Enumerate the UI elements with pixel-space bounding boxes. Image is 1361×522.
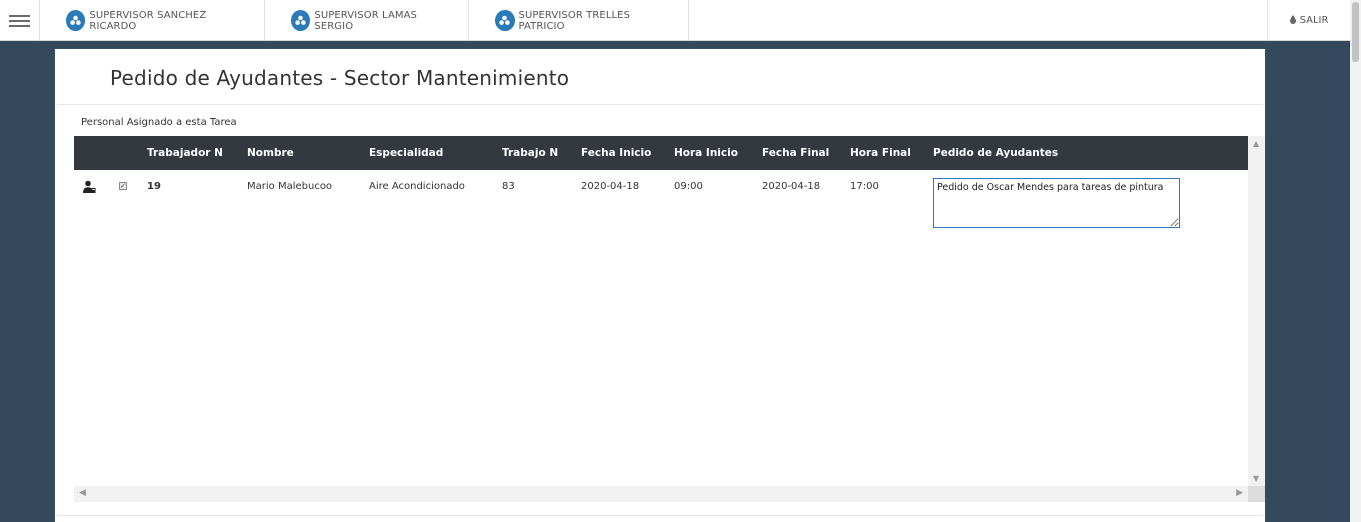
cell-trabajador: 19 (147, 181, 161, 192)
scroll-right-icon[interactable]: ▶ (1236, 488, 1243, 498)
cell-trabajo: 83 (502, 181, 515, 192)
supervisor-icon (291, 10, 311, 31)
nav-tab-supervisor-trelles[interactable]: SUPERVISOR TRELLES PATRICIO (469, 0, 689, 41)
assigned-personnel-table: Trabajador N Nombre Especialidad Trabajo… (74, 136, 1265, 504)
column-header[interactable]: Trabajador N (147, 147, 223, 159)
nav-tab-label: SUPERVISOR SANCHEZ RICARDO (89, 9, 207, 32)
supervisor-icon (66, 10, 86, 31)
nav-tab-label: SUPERVISOR TRELLES PATRICIO (518, 9, 631, 32)
cell-especialidad: Aire Acondicionado (369, 181, 465, 192)
page-scrollbar-thumb[interactable] (1352, 2, 1359, 62)
panel-footer (57, 515, 1263, 522)
cell-hora-final: 17:00 (850, 181, 879, 192)
section-subtitle: Personal Asignado a esta Tarea (81, 117, 237, 128)
nav-tab-supervisor-lamas[interactable]: SUPERVISOR LAMAS SERGIO (265, 0, 469, 41)
table-vertical-scrollbar[interactable]: ▲ ▼ (1248, 136, 1265, 486)
hamburger-icon (9, 14, 30, 17)
column-header[interactable]: Especialidad (369, 147, 443, 159)
page-title: Pedido de Ayudantes - Sector Mantenimien… (110, 65, 570, 90)
main-panel: Pedido de Ayudantes - Sector Mantenimien… (54, 48, 1266, 522)
menu-toggle-button[interactable] (0, 0, 40, 41)
column-header[interactable]: Hora Inicio (674, 147, 738, 159)
column-header[interactable]: Pedido de Ayudantes (933, 147, 1058, 159)
cell-fecha-inicio: 2020-04-18 (581, 181, 640, 192)
row-select-checkbox[interactable]: ✓ (119, 182, 127, 190)
column-header[interactable]: Trabajo N (502, 147, 558, 159)
page-scrollbar[interactable] (1350, 0, 1361, 522)
table-row: ✓ 19 Mario Malebucoo Aire Acondicionado … (74, 170, 1248, 232)
column-header[interactable]: Nombre (247, 147, 294, 159)
nav-tab-label: SUPERVISOR LAMAS SERGIO (314, 9, 418, 32)
scroll-up-icon[interactable]: ▲ (1253, 139, 1259, 148)
nav-tab-supervisor-sanchez[interactable]: SUPERVISOR SANCHEZ RICARDO (40, 0, 265, 41)
column-header[interactable]: Hora Final (850, 147, 911, 159)
drop-icon (1289, 14, 1296, 27)
exit-label: SALIR (1299, 15, 1329, 26)
supervisor-icon (495, 10, 515, 31)
pedido-ayudantes-textarea[interactable]: Pedido de Oscar Mendes para tareas de pi… (933, 178, 1180, 228)
panel-header: Pedido de Ayudantes - Sector Mantenimien… (57, 51, 1263, 105)
scroll-down-icon[interactable]: ▼ (1253, 474, 1259, 483)
cell-nombre: Mario Malebucoo (247, 181, 333, 192)
person-icon[interactable] (82, 180, 96, 194)
cell-hora-inicio: 09:00 (674, 181, 703, 192)
exit-button[interactable]: SALIR (1267, 0, 1350, 41)
top-navbar: SUPERVISOR SANCHEZ RICARDO SUPERVISOR LA… (0, 0, 1350, 41)
column-header[interactable]: Fecha Final (762, 147, 829, 159)
table-horizontal-scrollbar[interactable]: ◀ ▶ (74, 486, 1248, 502)
table-header: Trabajador N Nombre Especialidad Trabajo… (74, 136, 1248, 170)
scroll-left-icon[interactable]: ◀ (79, 488, 86, 498)
cell-fecha-final: 2020-04-18 (762, 181, 821, 192)
column-header[interactable]: Fecha Inicio (581, 147, 651, 159)
